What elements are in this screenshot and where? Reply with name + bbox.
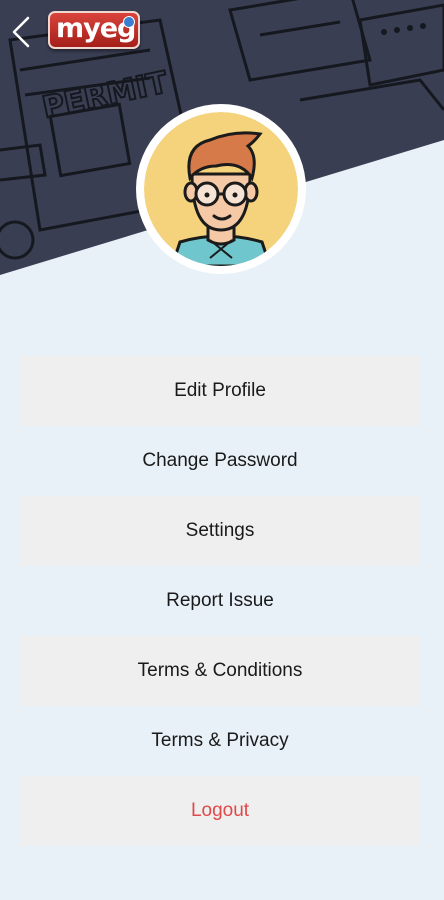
settings-button[interactable]: Settings [20, 496, 420, 566]
chevron-left-icon [12, 16, 30, 48]
myeg-logo: myeg [48, 11, 140, 49]
avatar[interactable] [136, 104, 306, 274]
logout-button[interactable]: Logout [20, 776, 420, 846]
terms-privacy-button[interactable]: Terms & Privacy [20, 706, 420, 776]
terms-conditions-button[interactable]: Terms & Conditions [20, 636, 420, 706]
profile-menu: Edit Profile Change Password Settings Re… [20, 356, 420, 846]
back-button[interactable] [8, 14, 38, 50]
logo-dot-icon [123, 16, 135, 28]
edit-profile-button[interactable]: Edit Profile [20, 356, 420, 426]
change-password-button[interactable]: Change Password [20, 426, 420, 496]
report-issue-button[interactable]: Report Issue [20, 566, 420, 636]
user-avatar-icon [144, 112, 298, 266]
